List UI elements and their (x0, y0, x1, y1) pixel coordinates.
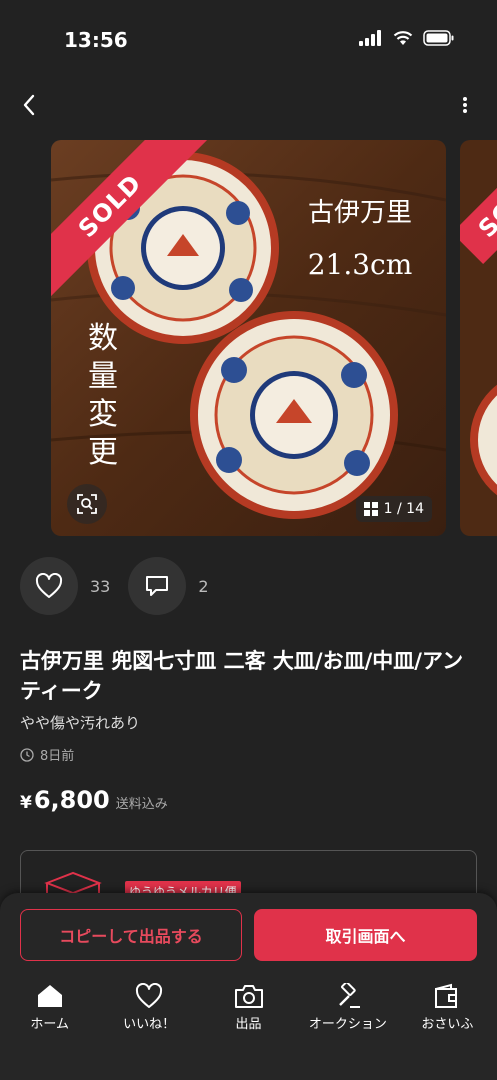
gavel-icon (339, 983, 360, 1008)
price-currency: ¥ (20, 793, 32, 813)
tab-sell[interactable]: 出品 (199, 975, 298, 1045)
photo-overlay-vertical-text: 数量変更 (88, 321, 118, 470)
wallet-icon (435, 983, 458, 1008)
heart-icon (136, 983, 163, 1008)
tab-auction-label: オークション (308, 1017, 387, 1032)
product-title: 古伊万里 兜図七寸皿 二客 大皿/お皿/中皿/アンティーク (20, 649, 464, 703)
tab-auction[interactable]: オークション (298, 975, 397, 1045)
tab-likes[interactable]: いいね！ (99, 975, 198, 1045)
home-icon (37, 985, 62, 1007)
camera-icon (234, 985, 263, 1008)
more-vertical-icon (463, 97, 467, 113)
image-counter-label: 1 / 14 (383, 501, 424, 517)
posted-time: 8日前 (20, 745, 74, 764)
nav-bar (0, 80, 497, 130)
battery-icon (423, 30, 454, 46)
tab-likes-label: いいね！ (123, 1017, 176, 1032)
tab-sell-label: 出品 (235, 1017, 262, 1032)
status-time: 13:56 (64, 28, 128, 52)
go-to-trade-button[interactable]: 取引画面へ (254, 909, 477, 961)
comment-button[interactable] (128, 557, 187, 615)
shipping-note: 送料込み (115, 797, 168, 812)
image-carousel[interactable]: SOLD 古伊万里 21.3cm 数量変更 1 / 14 SOLD (0, 140, 497, 537)
product-condition: やや傷や汚れあり (20, 714, 141, 732)
tab-wallet-label: おさいふ (421, 1017, 474, 1032)
bottom-action-panel: コピーして出品する 取引画面へ ホーム いいね！ 出品 オークション おさいふ (0, 893, 497, 1080)
status-icons (359, 30, 455, 46)
like-button[interactable] (20, 557, 78, 615)
clock-icon (20, 747, 34, 762)
tab-home[interactable]: ホーム (0, 975, 99, 1045)
image-search-button[interactable] (67, 484, 107, 524)
product-photo[interactable]: SOLD 古伊万里 21.3cm 数量変更 1 / 14 (51, 140, 446, 536)
heart-icon (35, 573, 63, 598)
price-row: ¥ 6,800 送料込み (20, 786, 168, 814)
more-options-button[interactable] (451, 88, 479, 122)
next-product-photo[interactable]: SOLD (460, 140, 497, 536)
tab-home-label: ホーム (30, 1017, 70, 1032)
photo-overlay-size: 21.3cm (307, 248, 413, 281)
photo-overlay-title: 古伊万里 (307, 198, 412, 228)
price-value: 6,800 (33, 786, 110, 814)
back-button[interactable] (12, 88, 46, 122)
tab-wallet[interactable]: おさいふ (398, 975, 497, 1045)
chevron-left-icon (23, 94, 35, 116)
comment-icon (146, 576, 169, 596)
wifi-icon (393, 31, 413, 45)
reactions-row: 33 2 (20, 556, 227, 616)
posted-time-label: 8日前 (40, 749, 75, 764)
comments-count: 2 (198, 576, 209, 596)
image-scan-icon (77, 494, 97, 514)
signal-icon (359, 30, 381, 46)
likes-count: 33 (90, 576, 111, 596)
grid-icon (363, 502, 378, 516)
copy-and-list-button[interactable]: コピーして出品する (20, 909, 242, 961)
image-counter: 1 / 14 (355, 496, 432, 522)
status-bar: 13:56 (0, 0, 497, 80)
tab-bar: ホーム いいね！ 出品 オークション おさいふ (0, 975, 497, 1045)
